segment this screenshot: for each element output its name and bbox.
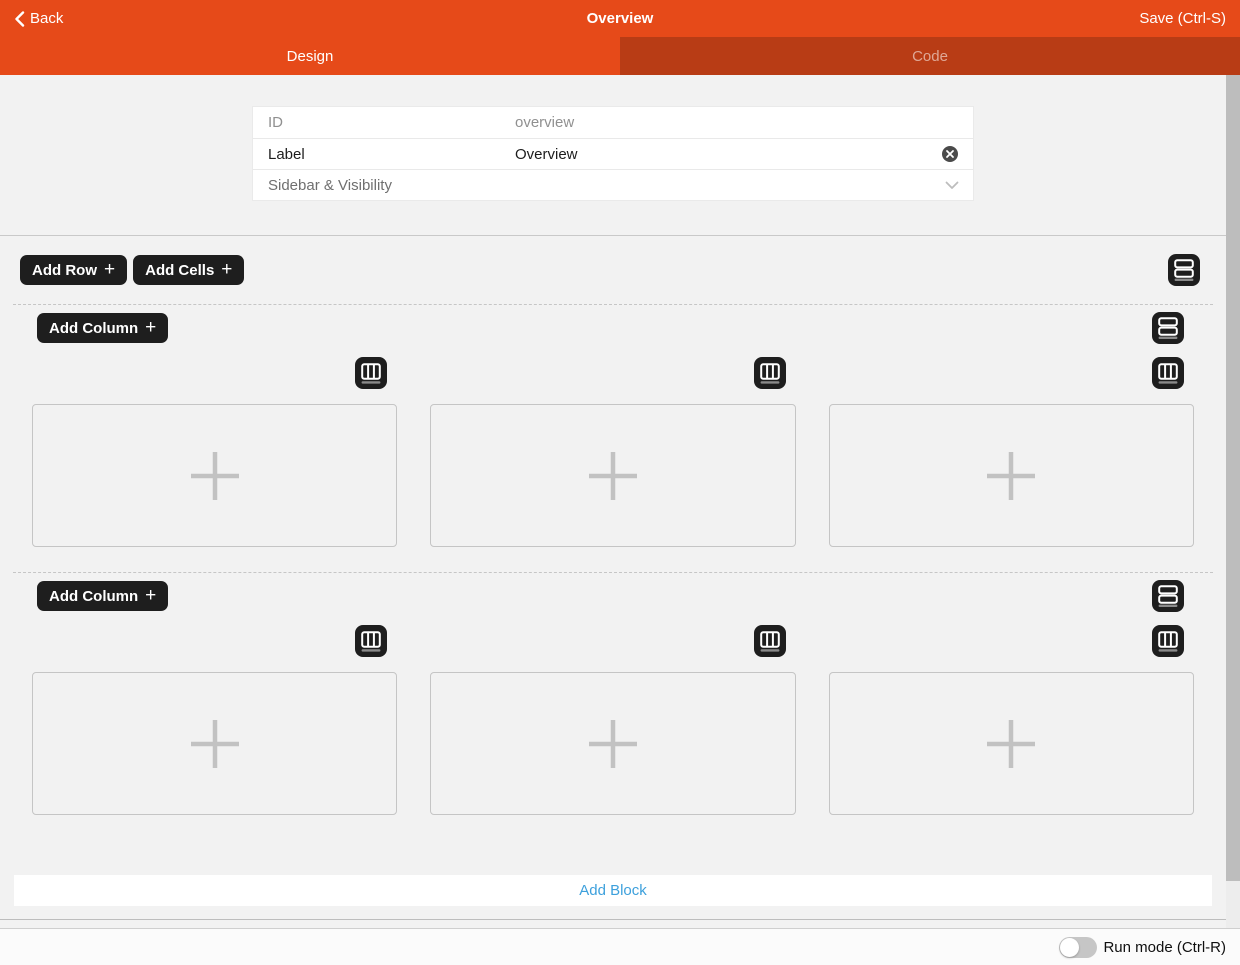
empty-cell[interactable] [829, 672, 1194, 815]
builder-toolbar: Add Row + Add Cells + [0, 236, 1226, 304]
form-row-id[interactable]: ID overview [253, 107, 973, 138]
form-row-label[interactable]: Label Overview [253, 138, 973, 169]
chevron-left-icon [14, 11, 25, 27]
empty-cell[interactable] [32, 672, 397, 815]
column-settings-button[interactable] [355, 625, 387, 657]
rows-icon [1158, 317, 1178, 339]
plus-icon [584, 447, 642, 505]
add-column-label: Add Column [49, 588, 138, 605]
columns-icon [361, 631, 381, 652]
save-button[interactable]: Save (Ctrl-S) [1139, 10, 1226, 27]
add-cells-label: Add Cells [145, 262, 214, 279]
chevron-down-icon [945, 181, 959, 190]
layout-builder: Add Row + Add Cells + [0, 235, 1240, 920]
column-settings-button[interactable] [754, 357, 786, 389]
columns-icon [760, 631, 780, 652]
builder-row-1: Add Column + [0, 304, 1226, 572]
app-window: Back Overview Save (Ctrl-S) Design Code … [0, 0, 1240, 963]
add-row-label: Add Row [32, 262, 97, 279]
tab-design[interactable]: Design [0, 37, 620, 75]
columns-icon [760, 363, 780, 384]
run-mode-label: Run mode (Ctrl-R) [1103, 939, 1226, 956]
back-button[interactable]: Back [14, 10, 63, 27]
add-column-button[interactable]: Add Column + [37, 581, 168, 611]
plus-icon: + [221, 260, 232, 279]
label-label: Label [268, 146, 515, 163]
empty-cell[interactable] [32, 404, 397, 547]
row-settings-button[interactable] [1152, 580, 1184, 612]
back-label: Back [30, 10, 63, 27]
toggle-knob [1060, 938, 1079, 957]
sidebar-visibility-label: Sidebar & Visibility [268, 177, 515, 194]
plus-icon: + [145, 318, 156, 337]
page-title: Overview [0, 10, 1240, 27]
rows-icon [1174, 259, 1194, 281]
columns-icon [1158, 631, 1178, 652]
plus-icon [186, 715, 244, 773]
id-label: ID [268, 114, 515, 131]
expand-section-button[interactable] [945, 181, 959, 190]
vertical-scrollbar[interactable] [1226, 75, 1240, 928]
empty-cell[interactable] [430, 672, 795, 815]
empty-cell[interactable] [430, 404, 795, 547]
view-settings-area: ID overview Label Overview Sidebar & Vis… [0, 75, 1226, 200]
header-bar: Back Overview Save (Ctrl-S) [0, 0, 1240, 37]
builder-row-2: Add Column + [0, 572, 1226, 840]
label-value: Overview [515, 146, 578, 163]
column-settings-button[interactable] [1152, 625, 1184, 657]
add-column-button[interactable]: Add Column + [37, 313, 168, 343]
columns-icon [361, 363, 381, 384]
add-cells-button[interactable]: Add Cells + [133, 255, 244, 285]
plus-icon [186, 447, 244, 505]
add-block-label: Add Block [579, 882, 647, 899]
columns-icon [1158, 363, 1178, 384]
tab-code[interactable]: Code [620, 37, 1240, 75]
column-settings-button[interactable] [355, 357, 387, 389]
id-value: overview [515, 114, 574, 131]
plus-icon [982, 715, 1040, 773]
plus-icon [584, 715, 642, 773]
empty-cell[interactable] [829, 404, 1194, 547]
column-settings-button[interactable] [1152, 357, 1184, 389]
rows-layout-button[interactable] [1168, 254, 1200, 286]
plus-icon: + [145, 586, 156, 605]
mode-tabs: Design Code [0, 37, 1240, 75]
add-column-label: Add Column [49, 320, 138, 337]
rows-icon [1158, 585, 1178, 607]
add-row-button[interactable]: Add Row + [20, 255, 127, 285]
plus-icon [982, 447, 1040, 505]
row-settings-button[interactable] [1152, 312, 1184, 344]
form-row-sidebar-visibility[interactable]: Sidebar & Visibility [253, 169, 973, 200]
add-block-button[interactable]: Add Block [14, 875, 1212, 906]
view-settings-card: ID overview Label Overview Sidebar & Vis… [253, 107, 973, 200]
scrollbar-thumb[interactable] [1226, 75, 1240, 881]
column-settings-button[interactable] [754, 625, 786, 657]
run-mode-toggle[interactable] [1059, 937, 1097, 958]
footer-bar: Run mode (Ctrl-R) [0, 928, 1240, 965]
plus-icon: + [104, 260, 115, 279]
circle-x-icon [941, 145, 959, 163]
clear-label-button[interactable] [941, 145, 959, 163]
